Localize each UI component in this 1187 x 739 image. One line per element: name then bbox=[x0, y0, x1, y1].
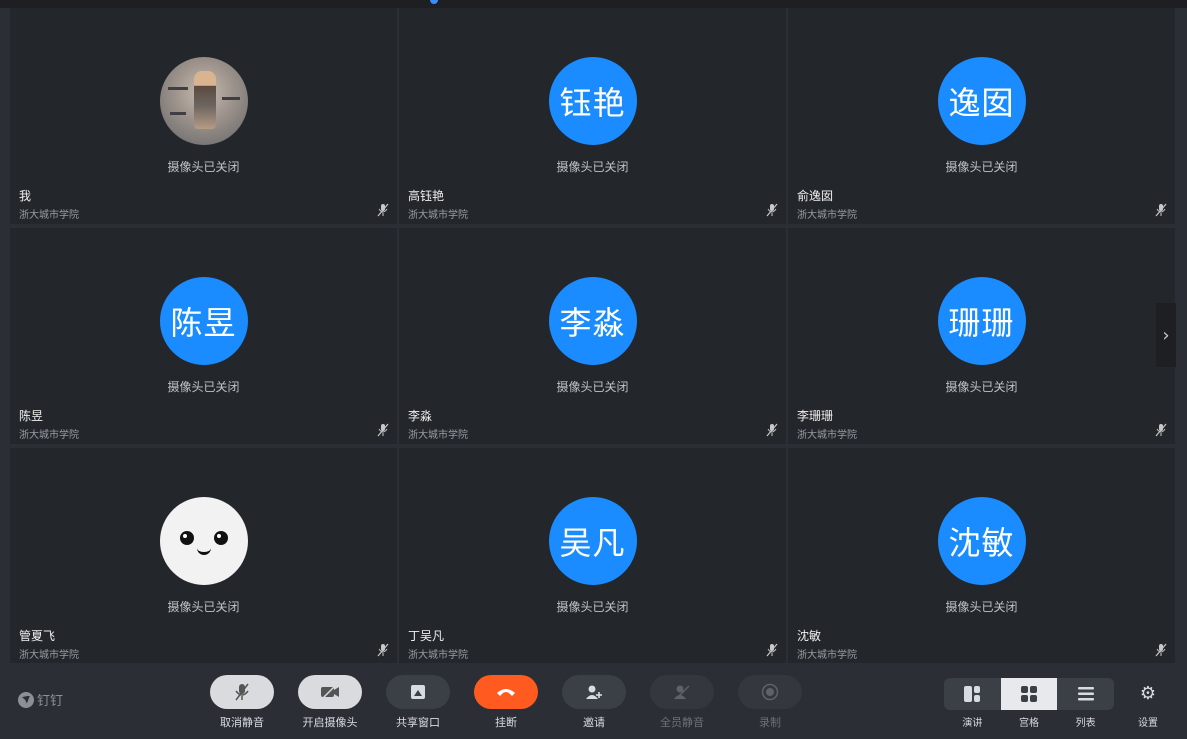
mute-all-icon bbox=[674, 685, 690, 700]
participant-name: 李珊珊 bbox=[797, 409, 834, 423]
view-speaker-label: 演讲 bbox=[962, 718, 983, 729]
brand: 钉钉 bbox=[18, 690, 63, 709]
view-list-label: 列表 bbox=[1075, 718, 1096, 729]
avatar-initials: 吴凡 bbox=[548, 497, 637, 585]
mic-muted-icon bbox=[766, 423, 778, 437]
dingtalk-logo-icon bbox=[18, 691, 34, 708]
view-speaker-button[interactable] bbox=[944, 678, 1001, 710]
camera-off-status: 摄像头已关闭 bbox=[945, 160, 1018, 174]
list-layout-icon bbox=[1077, 687, 1094, 701]
camera-on-label: 开启摄像头 bbox=[302, 716, 358, 729]
avatar-initials: 李淼 bbox=[548, 277, 637, 365]
mic-muted-icon bbox=[766, 203, 778, 217]
mic-muted-icon bbox=[1155, 203, 1167, 217]
view-grid-button[interactable] bbox=[1000, 678, 1058, 710]
avatar-photo bbox=[159, 57, 248, 145]
gear-icon: ⚙ bbox=[1139, 683, 1157, 704]
mic-muted-icon bbox=[1155, 643, 1167, 657]
grid-layout-icon bbox=[1021, 686, 1037, 702]
participant-name: 李淼 bbox=[408, 409, 433, 423]
camera-off-status: 摄像头已关闭 bbox=[556, 160, 629, 174]
participant-name: 俞逸囡 bbox=[797, 189, 834, 203]
mic-muted-icon bbox=[1155, 423, 1167, 437]
avatar-initials: 钰艳 bbox=[548, 57, 637, 145]
camera-off-status: 摄像头已关闭 bbox=[556, 380, 629, 394]
participant-name: 陈昱 bbox=[19, 409, 44, 423]
participant-tile[interactable]: 钰艳 摄像头已关闭 高钰艳 浙大城市学院 bbox=[399, 8, 786, 224]
record-icon bbox=[761, 683, 779, 701]
participant-tile[interactable]: 逸囡 摄像头已关闭 俞逸囡 浙大城市学院 bbox=[788, 8, 1175, 224]
unmute-label: 取消静音 bbox=[220, 716, 264, 729]
share-window-button[interactable]: 共享窗口 bbox=[386, 675, 450, 730]
control-bar: 钉钉 取消静音 开启摄像头 共享窗口 挂断 邀请 全员静音 录制 演讲 宫格 列… bbox=[0, 663, 1187, 739]
add-user-icon bbox=[586, 685, 602, 699]
settings-button[interactable]: ⚙ 设置 bbox=[1130, 683, 1166, 729]
participant-tile[interactable]: 李淼 摄像头已关闭 李淼 浙大城市学院 bbox=[399, 228, 786, 444]
settings-label: 设置 bbox=[1138, 718, 1158, 729]
participant-org: 浙大城市学院 bbox=[19, 210, 79, 221]
brand-name: 钉钉 bbox=[37, 694, 64, 709]
participant-org: 浙大城市学院 bbox=[19, 650, 79, 661]
view-mode-switcher bbox=[944, 678, 1114, 710]
avatar-initials: 逸囡 bbox=[937, 57, 1026, 145]
camera-off-status: 摄像头已关闭 bbox=[167, 380, 240, 394]
participant-tile[interactable]: 摄像头已关闭 管夏飞 浙大城市学院 bbox=[10, 448, 397, 664]
invite-label: 邀请 bbox=[583, 716, 605, 729]
participant-org: 浙大城市学院 bbox=[408, 210, 468, 221]
chevron-right-icon: › bbox=[1162, 324, 1170, 346]
share-window-label: 共享窗口 bbox=[396, 716, 440, 729]
participant-name: 高钰艳 bbox=[408, 189, 445, 203]
participant-grid: 摄像头已关闭 我 浙大城市学院 钰艳 摄像头已关闭 高钰艳 浙大城市学院 逸囡 … bbox=[10, 8, 1176, 664]
participant-org: 浙大城市学院 bbox=[19, 430, 79, 441]
unmute-button[interactable]: 取消静音 bbox=[210, 675, 274, 730]
mute-all-label: 全员静音 bbox=[660, 716, 704, 729]
record-button[interactable]: 录制 bbox=[738, 675, 802, 730]
camera-on-button[interactable]: 开启摄像头 bbox=[298, 675, 362, 730]
participant-org: 浙大城市学院 bbox=[408, 650, 468, 661]
mic-muted-icon bbox=[235, 683, 249, 701]
camera-off-status: 摄像头已关闭 bbox=[167, 600, 240, 614]
mic-muted-icon bbox=[766, 643, 778, 657]
view-grid-label: 宫格 bbox=[1019, 718, 1039, 729]
avatar-initials: 陈昱 bbox=[159, 277, 248, 365]
avatar-initials: 珊珊 bbox=[937, 277, 1026, 365]
camera-off-icon bbox=[321, 684, 339, 700]
view-mode-labels: 演讲 宫格 列表 bbox=[944, 714, 1114, 729]
avatar-face bbox=[159, 497, 248, 585]
avatar-initials: 沈敏 bbox=[937, 497, 1026, 585]
participant-org: 浙大城市学院 bbox=[797, 210, 857, 221]
phone-hangup-icon bbox=[497, 689, 515, 696]
participant-tile[interactable]: 沈敏 摄像头已关闭 沈敏 浙大城市学院 bbox=[788, 448, 1175, 664]
mic-muted-icon bbox=[377, 643, 389, 657]
record-label: 录制 bbox=[759, 716, 781, 729]
mic-muted-icon bbox=[377, 203, 389, 217]
view-list-button[interactable] bbox=[1057, 678, 1114, 710]
share-screen-icon bbox=[411, 685, 425, 699]
participant-tile[interactable]: 珊珊 摄像头已关闭 李珊珊 浙大城市学院 bbox=[788, 228, 1175, 444]
camera-off-status: 摄像头已关闭 bbox=[945, 600, 1018, 614]
participant-name: 管夏飞 bbox=[19, 629, 56, 643]
invite-button[interactable]: 邀请 bbox=[562, 675, 626, 730]
top-status-bar bbox=[0, 0, 1187, 8]
status-dot bbox=[430, 0, 438, 4]
participant-org: 浙大城市学院 bbox=[797, 650, 857, 661]
participant-name: 我 bbox=[19, 189, 32, 203]
mute-all-button[interactable]: 全员静音 bbox=[650, 675, 714, 730]
participant-tile[interactable]: 吴凡 摄像头已关闭 丁吴凡 浙大城市学院 bbox=[399, 448, 786, 664]
hang-up-label: 挂断 bbox=[495, 716, 517, 729]
next-page-arrow[interactable]: › bbox=[1156, 303, 1176, 367]
participant-tile[interactable]: 摄像头已关闭 我 浙大城市学院 bbox=[10, 8, 397, 224]
camera-off-status: 摄像头已关闭 bbox=[945, 380, 1018, 394]
participant-tile[interactable]: 陈昱 摄像头已关闭 陈昱 浙大城市学院 bbox=[10, 228, 397, 444]
camera-off-status: 摄像头已关闭 bbox=[167, 160, 240, 174]
participant-name: 沈敏 bbox=[797, 629, 822, 643]
camera-off-status: 摄像头已关闭 bbox=[556, 600, 629, 614]
participant-name: 丁吴凡 bbox=[408, 629, 445, 643]
speaker-layout-icon bbox=[964, 686, 981, 702]
mic-muted-icon bbox=[377, 423, 389, 437]
participant-org: 浙大城市学院 bbox=[408, 430, 468, 441]
hang-up-button[interactable]: 挂断 bbox=[474, 675, 538, 730]
participant-org: 浙大城市学院 bbox=[797, 430, 857, 441]
